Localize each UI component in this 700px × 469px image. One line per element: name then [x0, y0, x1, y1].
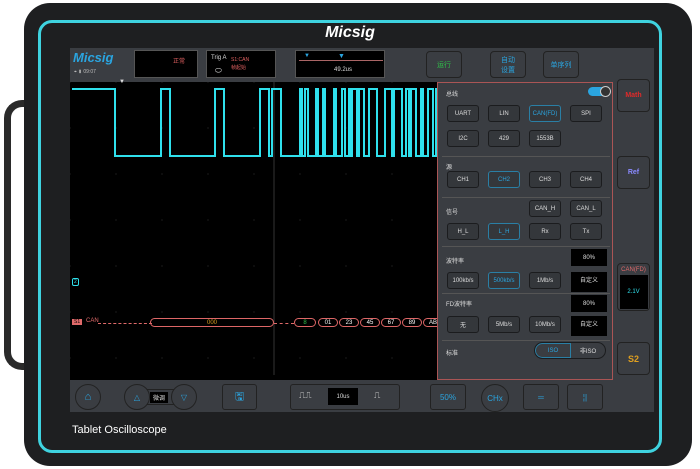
timebase-value[interactable]: 10us — [328, 388, 358, 405]
decode-byte: 23 — [339, 318, 359, 327]
memory-bar — [299, 60, 383, 61]
bus-type-button[interactable]: 429 — [488, 130, 520, 147]
fd-baud-button[interactable]: 无 — [447, 316, 479, 333]
channel-2-marker[interactable]: 2 — [72, 278, 79, 286]
signal-button[interactable]: H_L — [447, 223, 479, 240]
bus-type-button[interactable]: CAN(FD) — [529, 105, 561, 122]
logo: Micsig — [73, 50, 114, 65]
baud-title: 波特率 — [446, 259, 465, 265]
signal-button[interactable]: Tx — [570, 223, 602, 240]
baud-button[interactable]: 500kb/s — [488, 272, 520, 289]
auto-setup-button[interactable]: 自动 设置 — [490, 51, 526, 78]
baud-custom-button[interactable]: 自定义 — [571, 272, 607, 292]
window-marker-icon: ▼ — [304, 53, 310, 59]
divider — [442, 246, 610, 247]
run-button[interactable]: 运行 — [426, 51, 462, 78]
source-button[interactable]: CH1 — [447, 171, 479, 188]
auto-label-1: 自动 — [501, 56, 515, 64]
bus-type-button[interactable]: LIN — [488, 105, 520, 122]
decode-byte: 45 — [360, 318, 380, 327]
chx-button[interactable]: CHx — [481, 384, 509, 412]
baud-button[interactable]: 100kb/s — [447, 272, 479, 289]
source-button[interactable]: CH3 — [529, 171, 561, 188]
zoom-out-pulse-icon[interactable]: ⎍ — [374, 390, 380, 401]
fd-baud-button[interactable]: 5Mb/s — [488, 316, 520, 333]
trigger-info[interactable]: Trig A S1:CAN 帧起始 ⬭ — [206, 50, 276, 78]
standard-non-iso[interactable]: 非ISO — [571, 343, 605, 358]
standard-title: 标准 — [446, 351, 459, 357]
signal-line-button[interactable]: CAN_L — [570, 200, 602, 217]
decode-idle-line-2 — [274, 323, 294, 324]
standard-selector[interactable]: ISO 非ISO — [534, 342, 606, 359]
fine-adjust-label[interactable]: 微调 — [150, 392, 169, 403]
fd-baud-button[interactable]: 10Mb/s — [529, 316, 561, 333]
baud-button[interactable]: 1Mb/s — [529, 272, 561, 289]
source-button[interactable]: CH2 — [488, 171, 520, 188]
clock: 09:07 — [83, 69, 96, 75]
decode-idle-line — [98, 323, 152, 324]
down-triangle-icon[interactable]: ▽ — [171, 384, 197, 410]
signal-line-button[interactable]: CAN_H — [529, 200, 561, 217]
trig-label: Trig A — [211, 55, 227, 61]
fd-sample-point[interactable]: 80% — [571, 295, 607, 312]
bus-type-button[interactable]: 1553B — [529, 130, 561, 147]
source-button[interactable]: CH4 — [570, 171, 602, 188]
home-icon[interactable]: ⌂ — [75, 384, 101, 410]
s2-button[interactable]: S2 — [617, 342, 650, 375]
divider — [442, 293, 610, 294]
baud-sample-point[interactable]: 80% — [571, 249, 607, 266]
trig-source: S1:CAN — [231, 57, 250, 63]
timebase-position[interactable]: ▼ ▼ 49.2us — [295, 50, 385, 78]
decode-byte: 89 — [402, 318, 422, 327]
bus-type-button[interactable]: I2C — [447, 130, 479, 147]
signal-button[interactable]: L_H — [488, 223, 520, 240]
ref-button[interactable]: Ref — [617, 156, 650, 189]
signal-title: 信号 — [446, 210, 459, 216]
trig-type: 帧起始 — [231, 65, 247, 71]
waveform-display[interactable] — [70, 82, 437, 375]
trigger-edge-icon: ⬭ — [215, 66, 222, 75]
decode-marker[interactable]: S1 — [72, 319, 83, 325]
math-button[interactable]: Math — [617, 79, 650, 112]
bus-settings-panel: 总线 UART LIN CAN(FD) SPI I2C 429 1553B 源 CH1 CH2… — [437, 82, 613, 380]
bus-title: 总线 — [446, 92, 459, 98]
device-model: Tablet Oscilloscope — [72, 424, 167, 436]
auto-label-2: 设置 — [501, 66, 515, 74]
trigger-50-button[interactable]: 50% — [430, 384, 466, 410]
bus-type-button[interactable]: UART — [447, 105, 479, 122]
status-icons: ⌖ ▮ 09:07 — [74, 69, 96, 75]
decode-byte: 01 — [318, 318, 338, 327]
device-brand: Micsig — [325, 24, 375, 41]
divider — [442, 197, 610, 198]
standard-iso[interactable]: ISO — [535, 343, 571, 358]
horizontal-cursor-icon[interactable]: ═ — [523, 384, 559, 410]
save-icon[interactable]: 🖫 — [222, 384, 257, 410]
acq-status-text: 正常 — [172, 59, 185, 65]
bus-toggle[interactable] — [588, 86, 611, 97]
bus-trigger-level[interactable]: CAN(FD) 2.1V — [617, 263, 650, 311]
divider — [442, 340, 610, 341]
bus-level: 2.1V — [619, 275, 648, 309]
divider — [442, 156, 610, 157]
source-title: 源 — [446, 165, 453, 171]
vertical-cursor-icon[interactable]: ¦| — [567, 384, 603, 410]
zoom-in-pulse-icon[interactable]: ⎍⎍ — [299, 390, 312, 401]
decode-frame-dlc: 8 — [294, 318, 316, 327]
fd-baud-title: FD波特率 — [446, 302, 472, 308]
fd-custom-button[interactable]: 自定义 — [571, 316, 607, 336]
single-button[interactable]: 单序列 — [543, 51, 579, 78]
decode-label: CAN — [86, 318, 99, 324]
trigger-pos-marker-icon: ▼ — [338, 53, 345, 60]
channel-2-trace — [72, 88, 437, 157]
screen: Micsig ⌖ ▮ 09:07 正常 Trig A S1:CAN 帧起始 ⬭ … — [70, 48, 654, 412]
decode-byte: 67 — [381, 318, 401, 327]
acq-status[interactable]: 正常 — [134, 50, 198, 78]
decode-frame-id: 000 — [150, 318, 274, 327]
bus-label: CAN(FD) — [621, 267, 646, 273]
trigger-position-value: 49.2us — [334, 67, 353, 73]
up-triangle-icon[interactable]: △ — [124, 384, 150, 410]
bus-type-button[interactable]: SPI — [570, 105, 602, 122]
signal-button[interactable]: Rx — [529, 223, 561, 240]
trigger-position-marker-icon[interactable]: ▼ — [119, 79, 125, 85]
